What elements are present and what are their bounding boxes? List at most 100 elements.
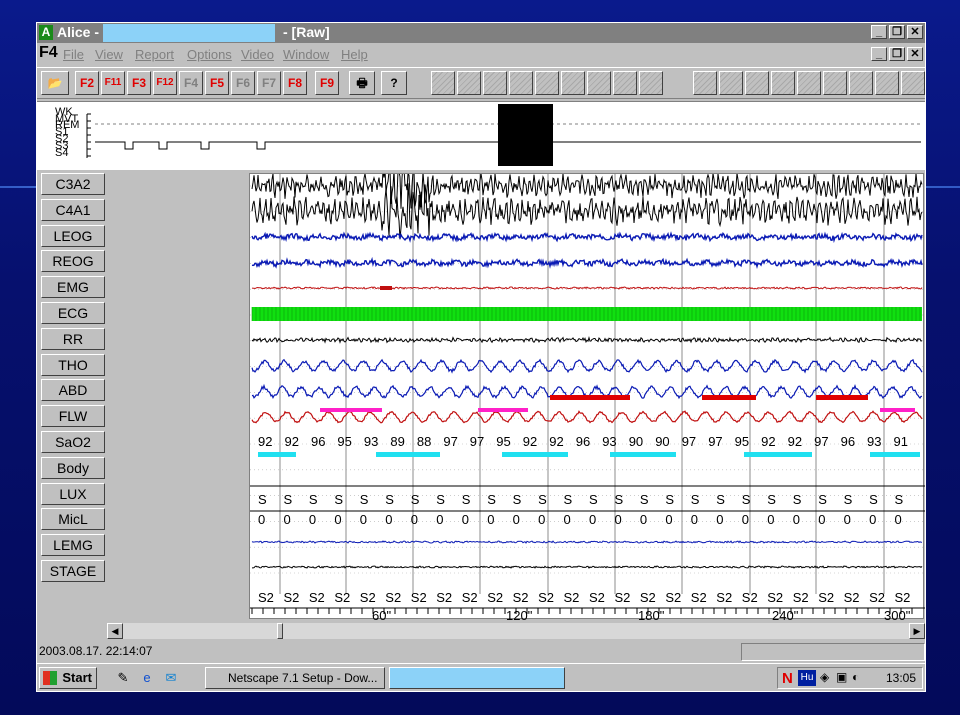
channel-leog[interactable]: LEOG (41, 224, 105, 247)
toolbar-blank-button[interactable] (901, 71, 925, 95)
f7-button[interactable]: F7 (257, 71, 281, 95)
menu-file[interactable]: File (63, 47, 84, 62)
minimize-button[interactable]: _ (871, 25, 887, 39)
horizontal-scrollbar[interactable]: ◀ ▶ (107, 623, 925, 639)
f6-button[interactable]: F6 (231, 71, 255, 95)
app-icon: A (39, 25, 53, 40)
tray-language-icon[interactable]: Hu (798, 670, 816, 686)
toolbar-blank-button[interactable] (535, 71, 559, 95)
toolbar-blank-button[interactable] (613, 71, 637, 95)
f8-button[interactable]: F8 (283, 71, 307, 95)
tray-app-icon[interactable]: ◈ (820, 670, 829, 684)
resp-event (816, 395, 868, 400)
channel-lux[interactable]: LUX (41, 482, 105, 505)
sao2-value: 89 (390, 434, 404, 449)
restore-button[interactable]: ❐ (889, 25, 905, 39)
status-datetime: 2003.08.17. 22:14:07 (39, 644, 153, 658)
toolbar-blank-button[interactable] (587, 71, 611, 95)
lux-value: 0 (284, 512, 291, 527)
toolbar-blank-button[interactable] (771, 71, 795, 95)
toolbar-blank-button[interactable] (823, 71, 847, 95)
quicklaunch-desktop-icon[interactable]: ✎ (115, 670, 131, 686)
toolbar-blank-button[interactable] (745, 71, 769, 95)
toolbar-blank-button[interactable] (457, 71, 481, 95)
doc-close-button[interactable]: ✕ (907, 47, 923, 61)
channel-c4a1[interactable]: C4A1 (41, 198, 105, 221)
channel-lemg[interactable]: LEMG (41, 534, 105, 557)
toolbar-blank-button[interactable] (483, 71, 507, 95)
channel-micl[interactable]: MicL (41, 508, 105, 531)
scroll-thumb[interactable] (277, 623, 283, 639)
window-title-mode: - [Raw] (283, 24, 330, 40)
f11-button[interactable]: F11 (101, 71, 125, 95)
channel-rr[interactable]: RR (41, 327, 105, 350)
f2-button[interactable]: F2 (75, 71, 99, 95)
channel-flw[interactable]: FLW (41, 405, 105, 428)
menu-help[interactable]: Help (341, 47, 368, 62)
channel-abd[interactable]: ABD (41, 379, 105, 402)
toolbar-blank-button[interactable] (509, 71, 533, 95)
f3-button[interactable]: F3 (127, 71, 151, 95)
stage-value: S2 (793, 590, 809, 605)
toolbar-blank-button[interactable] (797, 71, 821, 95)
f9-button[interactable]: F9 (315, 71, 339, 95)
trace-rr (251, 336, 923, 344)
channel-sao2[interactable]: SaO2 (41, 431, 105, 453)
sao2-value: 88 (417, 434, 431, 449)
time-label: 60" (372, 608, 391, 620)
f4-button[interactable]: F4 (179, 71, 203, 95)
f5-button[interactable]: F5 (205, 71, 229, 95)
tray-network-icon[interactable]: ▣ (836, 670, 847, 684)
trace-micl (251, 540, 923, 544)
doc-restore-button[interactable]: ❐ (889, 47, 905, 61)
task-alice[interactable] (389, 667, 565, 689)
trace-tho (251, 358, 923, 374)
time-label: 240" (772, 608, 799, 620)
stage-value: S2 (589, 590, 605, 605)
desat-event (376, 452, 440, 457)
toolbar-blank-button[interactable] (693, 71, 717, 95)
channel-stage[interactable]: STAGE (41, 560, 105, 582)
help-icon[interactable]: ? (381, 71, 407, 95)
hypnogram-plot[interactable] (37, 102, 925, 170)
close-button[interactable]: ✕ (907, 25, 923, 39)
channel-ecg[interactable]: ECG (41, 302, 105, 324)
menu-view[interactable]: View (95, 47, 123, 62)
quicklaunch-ie-icon[interactable]: e (139, 670, 155, 686)
toolbar-blank-button[interactable] (431, 71, 455, 95)
body-position-value: S (742, 492, 751, 507)
task-netscape-setup[interactable]: Netscape 7.1 Setup - Dow... (205, 667, 385, 689)
toolbar-blank-button[interactable] (849, 71, 873, 95)
channel-body[interactable]: Body (41, 456, 105, 479)
tray-volume-icon[interactable]: ◐ (852, 670, 859, 684)
task-netscape-label: Netscape 7.1 Setup - Dow... (228, 671, 378, 685)
open-folder-icon[interactable]: 📂 (41, 71, 69, 95)
scroll-left-icon[interactable]: ◀ (107, 623, 123, 639)
toolbar-blank-button[interactable] (719, 71, 743, 95)
signal-trace-panel[interactable]: 92 92 96 95 93 89 88 97 97 95 92 92 96 93 90 90 97 97 95 92… (249, 173, 925, 620)
tray-clock: 13:05 (885, 671, 916, 685)
toolbar-blank-button[interactable] (875, 71, 899, 95)
menu-report[interactable]: Report (135, 47, 174, 62)
menu-video[interactable]: Video (241, 47, 274, 62)
printer-icon[interactable]: 🖶 (349, 71, 375, 95)
menu-window[interactable]: Window (283, 47, 329, 62)
tray-netscape-icon[interactable]: N (782, 670, 793, 687)
lux-value: 0 (615, 512, 622, 527)
channel-reog[interactable]: REOG (41, 250, 105, 273)
stage-value: S2 (895, 590, 911, 605)
channel-tho[interactable]: THO (41, 353, 105, 376)
menu-options[interactable]: Options (187, 47, 232, 62)
toolbar-blank-button[interactable] (561, 71, 585, 95)
quicklaunch-outlook-icon[interactable]: ✉ (163, 670, 179, 686)
toolbar-blank-button[interactable] (639, 71, 663, 95)
f12-button[interactable]: F12 (153, 71, 177, 95)
channel-c3a2[interactable]: C3A2 (41, 173, 105, 195)
body-position-value: S (284, 492, 293, 507)
doc-minimize-button[interactable]: _ (871, 47, 887, 61)
hypnogram-cursor[interactable] (498, 104, 553, 166)
start-button[interactable]: Start (39, 667, 97, 689)
channel-emg[interactable]: EMG (41, 276, 105, 299)
trace-flw (251, 410, 923, 424)
scroll-right-icon[interactable]: ▶ (909, 623, 925, 639)
